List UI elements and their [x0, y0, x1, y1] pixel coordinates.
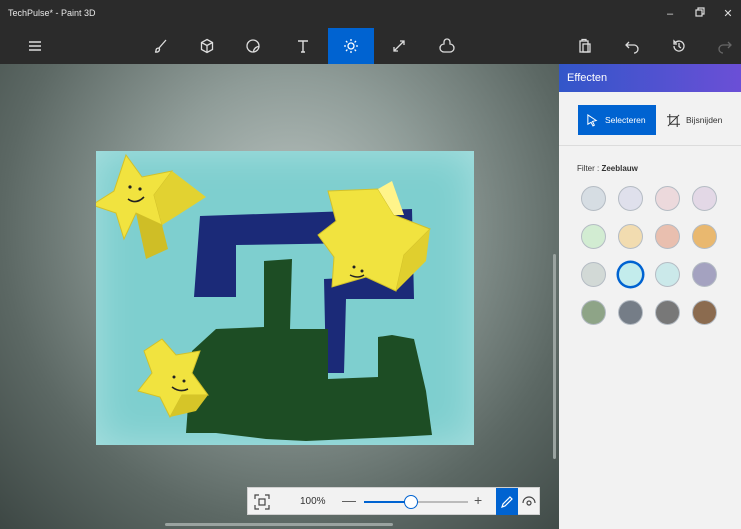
filter-swatch[interactable] — [655, 224, 680, 249]
filter-swatch[interactable] — [581, 262, 606, 287]
filter-swatch[interactable] — [618, 300, 643, 325]
filter-swatch[interactable] — [692, 224, 717, 249]
history-icon[interactable] — [656, 28, 702, 64]
filter-swatch[interactable] — [692, 186, 717, 211]
star-sticker-1 — [96, 153, 206, 259]
canvas-drawing — [96, 153, 432, 441]
crop-button[interactable]: Bijsnijden — [663, 105, 737, 135]
filter-swatch[interactable] — [655, 300, 680, 325]
zoom-out-button[interactable]: — — [342, 492, 356, 508]
undo-icon[interactable] — [609, 28, 655, 64]
paste-icon[interactable] — [562, 28, 608, 64]
hamburger-icon[interactable] — [12, 28, 58, 64]
cursor-icon — [587, 113, 598, 127]
pen-icon[interactable] — [496, 488, 518, 515]
panel-actions: Selecteren Bijsnijden — [559, 92, 741, 146]
panel-title: Effecten — [567, 72, 608, 84]
horizontal-scrollbar[interactable] — [165, 523, 393, 526]
panel-header: Effecten — [559, 64, 741, 92]
restore-icon[interactable] — [690, 6, 710, 22]
zoom-percentage: 100% — [300, 496, 326, 507]
main-toolbar — [0, 28, 741, 64]
library-icon[interactable] — [424, 28, 470, 64]
filter-name: Zeeblauw — [601, 164, 638, 173]
text-icon[interactable] — [280, 28, 326, 64]
filter-swatch[interactable] — [618, 186, 643, 211]
canvas[interactable] — [96, 151, 474, 445]
filter-swatch[interactable] — [618, 262, 643, 287]
sticker-icon[interactable] — [230, 28, 276, 64]
effects-panel: Effecten Selecteren Bijsnijden Filter : … — [559, 64, 741, 529]
filter-swatch[interactable] — [692, 262, 717, 287]
crop-button-label: Bijsnijden — [686, 115, 723, 125]
filter-swatch[interactable] — [581, 224, 606, 249]
filter-swatch[interactable] — [655, 186, 680, 211]
redo-icon[interactable] — [702, 28, 741, 64]
crop-icon — [667, 113, 680, 127]
filter-swatch[interactable] — [692, 300, 717, 325]
filter-swatch[interactable] — [581, 186, 606, 211]
minimize-icon[interactable]: – — [660, 6, 680, 22]
title-bar: TechPulse* - Paint 3D – ✕ — [0, 0, 741, 28]
zoom-slider-thumb[interactable] — [403, 495, 418, 509]
select-button[interactable]: Selecteren — [578, 105, 656, 135]
filter-swatch[interactable] — [581, 300, 606, 325]
canvas-resize-icon[interactable] — [376, 28, 422, 64]
zoom-bar: 100% — + — [247, 487, 540, 515]
zoom-slider[interactable] — [364, 495, 468, 509]
sun-icon[interactable] — [328, 28, 374, 64]
filter-swatch[interactable] — [618, 224, 643, 249]
zoom-in-button[interactable]: + — [474, 492, 482, 508]
select-button-label: Selecteren — [605, 115, 646, 125]
cube-icon[interactable] — [184, 28, 230, 64]
filter-label: Filter : Zeeblauw — [577, 164, 638, 173]
filter-prefix: Filter : — [577, 164, 602, 173]
fit-to-screen-icon[interactable] — [254, 494, 270, 510]
filter-swatch[interactable] — [655, 262, 680, 287]
eye-icon[interactable] — [520, 493, 538, 511]
workspace[interactable] — [0, 64, 559, 529]
vertical-scrollbar[interactable] — [553, 254, 556, 459]
close-icon[interactable]: ✕ — [718, 6, 738, 22]
brush-icon[interactable] — [138, 28, 184, 64]
window-title: TechPulse* - Paint 3D — [8, 8, 96, 18]
